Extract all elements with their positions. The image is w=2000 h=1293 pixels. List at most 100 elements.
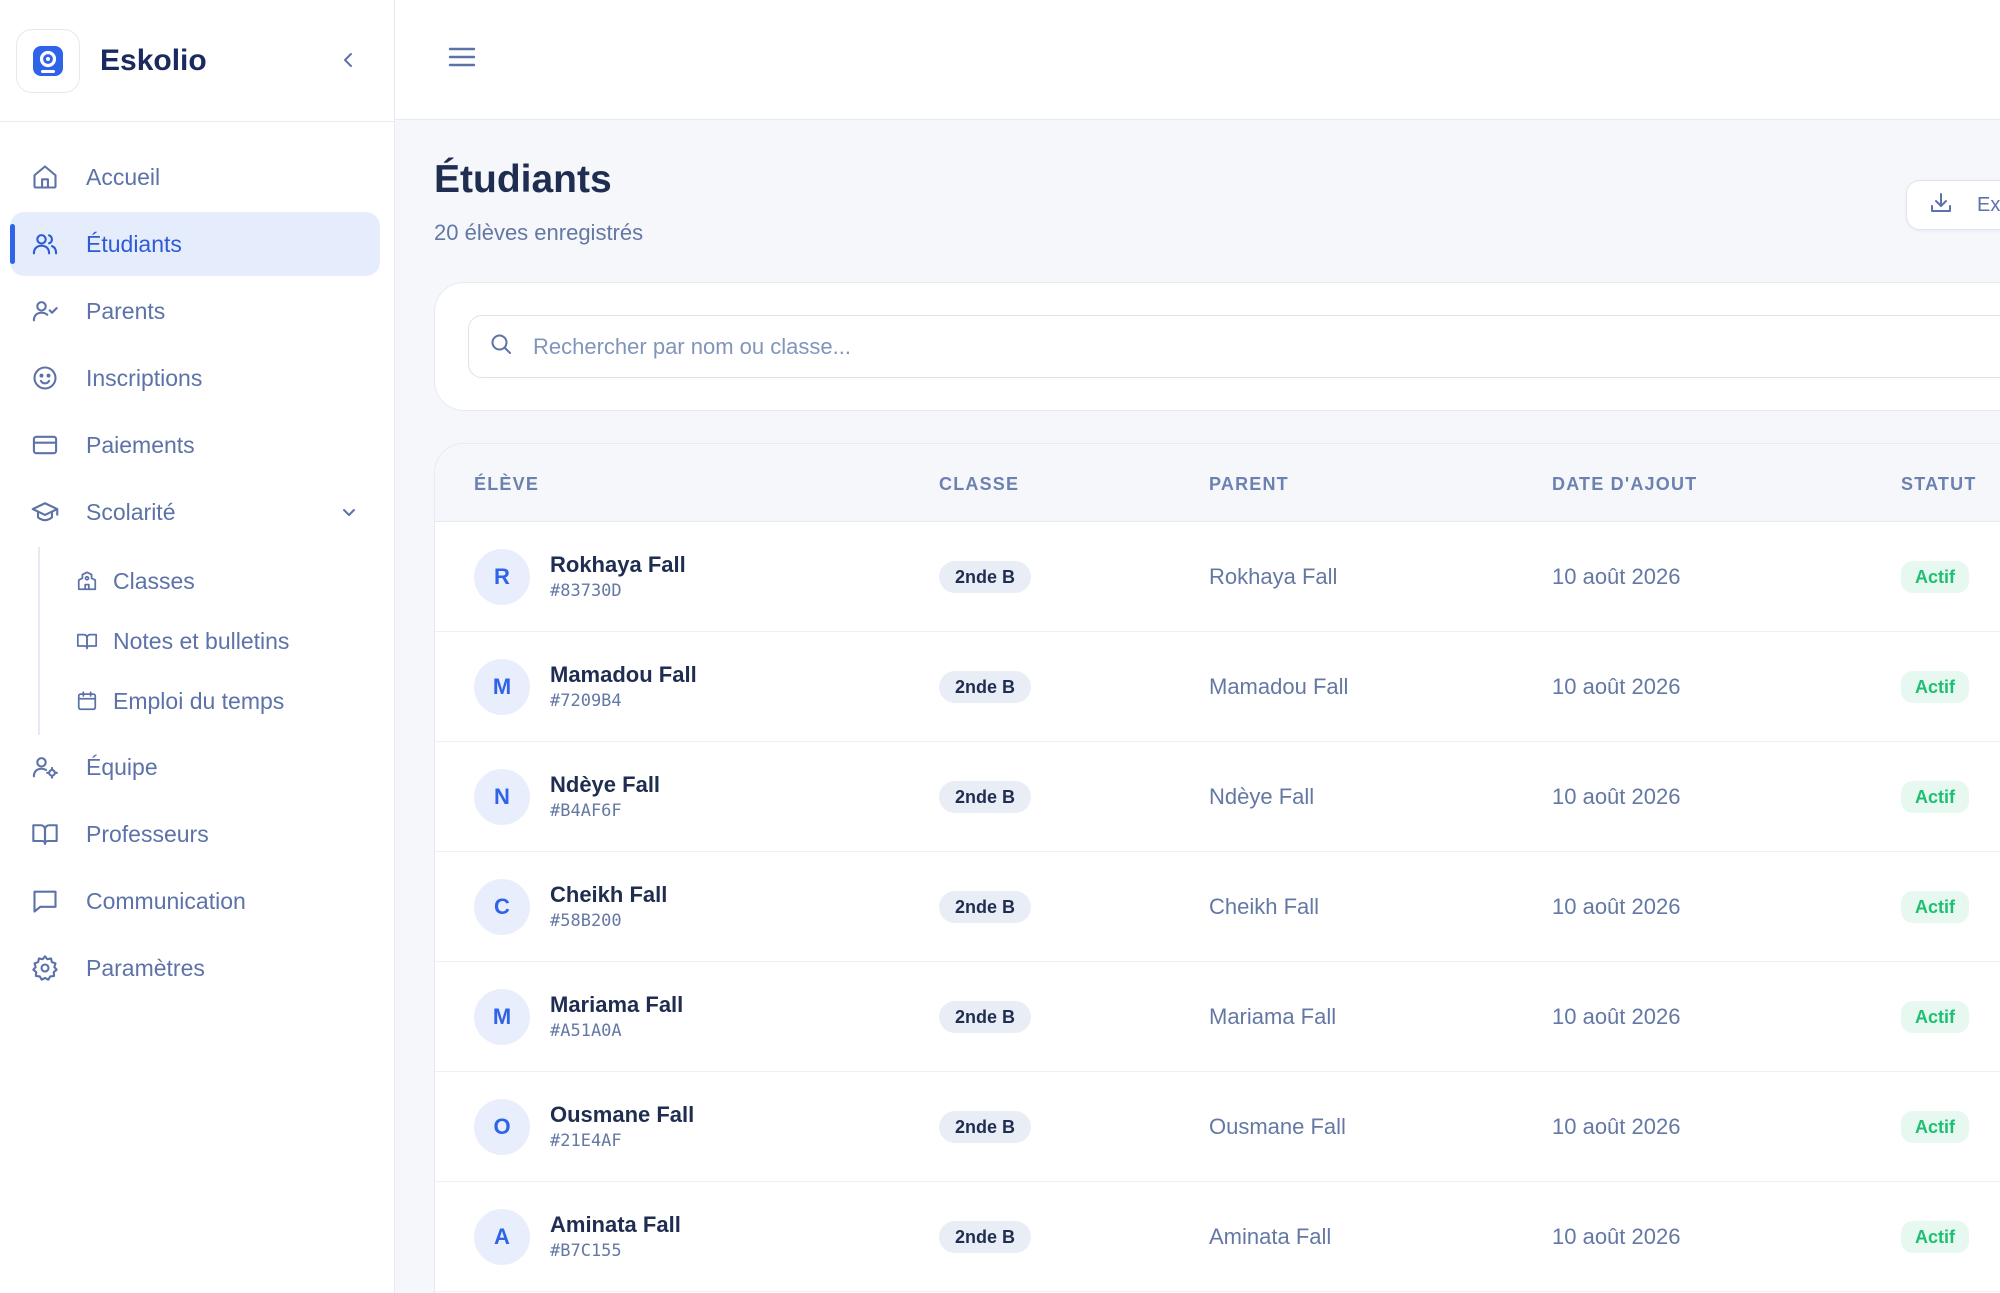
parent-name: Ndèye Fall: [1209, 784, 1315, 809]
status-badge: Actif: [1901, 1111, 1969, 1143]
parent-name: Mariama Fall: [1209, 1004, 1337, 1029]
sidebar-item-parametres[interactable]: Paramètres: [10, 936, 380, 1000]
chevron-left-icon[interactable]: [334, 45, 364, 75]
sidebar-subitem-label: Emploi du temps: [113, 687, 285, 714]
sidebar-item-inscriptions[interactable]: Inscriptions: [10, 346, 380, 410]
sidebar-subitem-emploi[interactable]: Emploi du temps: [38, 671, 394, 731]
table-row[interactable]: A Aminata Fall #B7C155 2nde B Aminata Fa…: [435, 1182, 2000, 1292]
settings-icon: [30, 953, 60, 983]
student-id: #58B200: [550, 911, 622, 931]
status-badge: Actif: [1901, 671, 1969, 703]
calendar-icon: [76, 690, 98, 712]
status-badge: Actif: [1901, 1001, 1969, 1033]
users-icon: [30, 229, 60, 259]
scolarite-subnav: Classes Notes et bulletins Emploi du tem…: [38, 547, 394, 735]
table-row[interactable]: R Rokhaya Fall #83730D 2nde B Rokhaya Fa…: [435, 522, 2000, 632]
student-name[interactable]: Mamadou Fall: [550, 662, 697, 688]
class-badge: 2nde B: [939, 781, 1032, 813]
table-row[interactable]: M Mamadou Fall #7209B4 2nde B Mamadou Fa…: [435, 632, 2000, 742]
student-id: #A51A0A: [550, 1021, 622, 1041]
table-row[interactable]: N Ndèye Fall #B4AF6F 2nde B Ndèye Fall 1…: [435, 742, 2000, 852]
menu-icon[interactable]: [447, 42, 479, 74]
date-added: 10 août 2026: [1552, 1224, 1681, 1249]
building-icon: [76, 570, 98, 592]
sidebar-item-equipe[interactable]: Équipe: [10, 735, 380, 799]
export-label: Ex: [1977, 193, 2000, 216]
sidebar-subitem-label: Classes: [113, 567, 195, 594]
sidebar-item-accueil[interactable]: Accueil: [10, 145, 380, 209]
sidebar-subitem-classes[interactable]: Classes: [38, 551, 394, 611]
book-icon: [30, 819, 60, 849]
sidebar-item-label: Accueil: [86, 163, 161, 190]
column-header-statut[interactable]: STATUT: [1901, 474, 1977, 495]
status-badge: Actif: [1901, 891, 1969, 923]
table-header: ÉLÈVE CLASSE PARENT DATE D'AJOUT STATUT: [435, 444, 2000, 522]
date-added: 10 août 2026: [1552, 564, 1681, 589]
date-added: 10 août 2026: [1552, 784, 1681, 809]
sidebar-item-label: Communication: [86, 887, 246, 914]
student-name[interactable]: Ousmane Fall: [550, 1102, 694, 1128]
download-icon: [1929, 191, 1953, 220]
student-id: #7209B4: [550, 691, 622, 711]
sidebar-item-scolarite[interactable]: Scolarité: [10, 480, 380, 544]
sidebar-item-label: Inscriptions: [86, 364, 203, 391]
message-square-icon: [30, 886, 60, 916]
parent-name: Rokhaya Fall: [1209, 564, 1338, 589]
page-title: Étudiants: [434, 158, 612, 201]
sidebar-item-communication[interactable]: Communication: [10, 869, 380, 933]
sidebar-item-label: Scolarité: [86, 498, 176, 525]
class-badge: 2nde B: [939, 1221, 1032, 1253]
status-badge: Actif: [1901, 1221, 1969, 1253]
avatar: O: [474, 1099, 530, 1155]
student-name[interactable]: Cheikh Fall: [550, 882, 667, 908]
student-name[interactable]: Rokhaya Fall: [550, 552, 686, 578]
user-check-icon: [30, 296, 60, 326]
column-header-eleve[interactable]: ÉLÈVE: [474, 474, 539, 495]
topbar: [395, 0, 2000, 120]
student-id: #B7C155: [550, 1241, 622, 1261]
sidebar-item-etudiants[interactable]: Étudiants: [10, 212, 380, 276]
column-header-date[interactable]: DATE D'AJOUT: [1552, 474, 1697, 495]
student-name[interactable]: Mariama Fall: [550, 992, 683, 1018]
date-added: 10 août 2026: [1552, 1114, 1681, 1139]
table-row[interactable]: O Ousmane Fall #21E4AF 2nde B Ousmane Fa…: [435, 1072, 2000, 1182]
sidebar-item-parents[interactable]: Parents: [10, 279, 380, 343]
table-row[interactable]: M Mariama Fall #A51A0A 2nde B Mariama Fa…: [435, 962, 2000, 1072]
date-added: 10 août 2026: [1552, 1004, 1681, 1029]
search-input[interactable]: Rechercher par nom ou classe...: [468, 315, 2000, 378]
brand-header: Eskolio: [0, 0, 394, 122]
student-id: #83730D: [550, 581, 622, 601]
export-button[interactable]: Ex: [1906, 180, 2000, 230]
sidebar-nav: Accueil Étudiants Parents Inscriptions P…: [0, 122, 394, 1000]
graduation-cap-icon: [30, 497, 60, 527]
sidebar-item-label: Parents: [86, 297, 166, 324]
logo-icon[interactable]: [16, 28, 80, 93]
student-name[interactable]: Aminata Fall: [550, 1212, 681, 1238]
parent-name: Cheikh Fall: [1209, 894, 1320, 919]
parent-name: Ousmane Fall: [1209, 1114, 1346, 1139]
students-table: ÉLÈVE CLASSE PARENT DATE D'AJOUT STATUT …: [434, 443, 2000, 1293]
class-badge: 2nde B: [939, 1001, 1032, 1033]
class-badge: 2nde B: [939, 891, 1032, 923]
sidebar-item-paiements[interactable]: Paiements: [10, 413, 380, 477]
page-subtitle: 20 élèves enregistrés: [434, 220, 644, 245]
table-row[interactable]: C Cheikh Fall #58B200 2nde B Cheikh Fall…: [435, 852, 2000, 962]
app-name: Eskolio: [100, 43, 207, 77]
smile-icon: [30, 363, 60, 393]
avatar: M: [474, 659, 530, 715]
column-header-parent[interactable]: PARENT: [1209, 474, 1289, 495]
chevron-down-icon[interactable]: [340, 500, 358, 527]
sidebar-item-label: Paramètres: [86, 954, 205, 981]
sidebar-subitem-notes[interactable]: Notes et bulletins: [38, 611, 394, 671]
avatar: C: [474, 879, 530, 935]
student-id: #21E4AF: [550, 1131, 622, 1151]
student-name[interactable]: Ndèye Fall: [550, 772, 660, 798]
sidebar-item-label: Équipe: [86, 753, 158, 780]
book-open-icon: [76, 630, 98, 652]
sidebar-item-label: Professeurs: [86, 820, 209, 847]
credit-card-icon: [30, 430, 60, 460]
sidebar-item-professeurs[interactable]: Professeurs: [10, 802, 380, 866]
date-added: 10 août 2026: [1552, 674, 1681, 699]
student-id: #B4AF6F: [550, 801, 622, 821]
column-header-classe[interactable]: CLASSE: [939, 474, 1019, 495]
